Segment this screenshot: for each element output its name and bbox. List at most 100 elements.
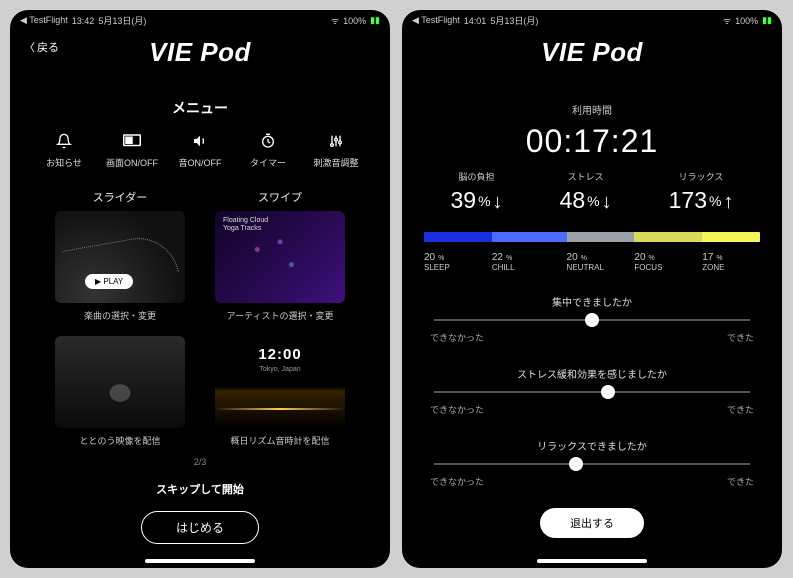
timer-icon — [258, 132, 278, 150]
metric-relax: リラックス 173% — [669, 170, 734, 214]
status-bar: ◀ TestFlight 14:01 5月13日(月) ᯤ 100% ▮▮ — [402, 10, 782, 29]
arrow-up-icon — [723, 187, 733, 214]
card-caption: ととのう映像を配信 — [80, 434, 161, 447]
home-indicator[interactable] — [145, 559, 255, 563]
menu-label: 音ON/OFF — [179, 156, 222, 169]
menu-item-stim-adjust[interactable]: 刺激音調整 — [306, 132, 366, 169]
spectrum-seg-zone — [702, 232, 760, 242]
slider-high: できた — [727, 475, 754, 488]
menu-item-notifications[interactable]: お知らせ — [34, 132, 94, 169]
menu-item-timer[interactable]: タイマー — [238, 132, 298, 169]
arrow-down-icon — [493, 187, 503, 214]
question-text: リラックスできましたか — [430, 438, 754, 453]
testflight-indicator: ◀ TestFlight — [20, 15, 68, 26]
header: VIE Pod — [402, 29, 782, 80]
slider-low: できなかった — [430, 331, 484, 344]
slider-high: できた — [727, 331, 754, 344]
spectrum-label: 17 %ZONE — [702, 252, 760, 272]
feedback-slider[interactable] — [434, 319, 750, 321]
metric-label: ストレス — [560, 170, 612, 183]
spectrum-label: 20 %NEUTRAL — [567, 252, 635, 272]
back-label: 戻る — [37, 39, 59, 55]
wifi-icon: ᯤ — [331, 14, 339, 27]
start-button[interactable]: はじめる — [141, 511, 259, 544]
back-button[interactable]: 〈 戻る — [24, 39, 59, 55]
spectrum-seg-sleep — [424, 232, 492, 242]
menu-label: 画面ON/OFF — [106, 156, 158, 169]
spectrum-label: 22 %CHILL — [492, 252, 567, 272]
header: 〈 戻る VIE Pod — [10, 29, 390, 80]
menu-title: メニュー — [10, 98, 390, 118]
speaker-icon — [190, 132, 210, 150]
card-caption: 楽曲の選択・変更 — [84, 309, 156, 322]
slider-low: できなかった — [430, 403, 484, 416]
menu-row: お知らせ 画面ON/OFF 音ON/OFF タイマー 刺激音調整 — [10, 132, 390, 169]
slider-thumb[interactable] — [569, 457, 583, 471]
testflight-indicator: ◀ TestFlight — [412, 15, 460, 26]
battery-pct: 100% — [735, 16, 758, 26]
menu-label: タイマー — [250, 156, 286, 169]
metric-brain-load: 脳の負担 39% — [451, 170, 503, 214]
battery-icon: ▮▮ — [370, 15, 380, 26]
card-head-swipe: スワイプ — [258, 189, 302, 205]
battery-icon: ▮▮ — [762, 15, 772, 26]
card-caption: 概日リズム音時計を配信 — [230, 434, 329, 447]
spectrum-label: 20 %FOCUS — [634, 252, 702, 272]
feedback-slider[interactable] — [434, 463, 750, 465]
screen-results: ◀ TestFlight 14:01 5月13日(月) ᯤ 100% ▮▮ VI… — [402, 10, 782, 568]
spectrum-labels: 20 %SLEEP22 %CHILL20 %NEUTRAL20 %FOCUS17… — [424, 252, 760, 272]
card-swipe[interactable]: Floating CloudYoga Tracks — [215, 211, 345, 303]
metric-label: リラックス — [669, 170, 734, 183]
pager: 2/3 — [10, 457, 390, 467]
app-logo: VIE Pod — [149, 37, 251, 68]
horizon-icon — [215, 408, 345, 410]
card-head-slider: スライダー — [93, 189, 148, 205]
play-button[interactable]: ▶ PLAY — [85, 274, 133, 289]
status-date: 5月13日(月) — [98, 14, 146, 27]
metric-label: 脳の負担 — [451, 170, 503, 183]
status-time: 14:01 — [464, 16, 487, 26]
app-logo: VIE Pod — [541, 37, 643, 68]
usage-timer: 00:17:21 — [402, 123, 782, 160]
card-video[interactable] — [55, 336, 185, 428]
chevron-left-icon: 〈 — [24, 39, 35, 55]
sliders-icon — [326, 132, 346, 150]
menu-item-screen-toggle[interactable]: 画面ON/OFF — [102, 132, 162, 169]
metric-stress: ストレス 48% — [560, 170, 612, 214]
skip-button[interactable]: スキップして開始 — [10, 481, 390, 497]
question-text: ストレス緩和効果を感じましたか — [430, 366, 754, 381]
spectrum-label: 20 %SLEEP — [424, 252, 492, 272]
card-grid: スライダー ▶ PLAY 楽曲の選択・変更 スワイプ Floating Clou… — [10, 169, 390, 453]
spectrum-bar — [424, 232, 760, 242]
screen-icon — [122, 132, 142, 150]
question-1: 集中できましたかできなかった できた — [430, 294, 754, 344]
status-date: 5月13日(月) — [490, 14, 538, 27]
slider-thumb[interactable] — [601, 385, 615, 399]
question-text: 集中できましたか — [430, 294, 754, 309]
status-bar: ◀ TestFlight 13:42 5月13日(月) ᯤ 100% ▮▮ — [10, 10, 390, 29]
card-clock[interactable]: 12:00 Tokyo, Japan — [215, 336, 345, 428]
spectrum-seg-focus — [634, 232, 702, 242]
question-3: リラックスできましたかできなかった できた — [430, 438, 754, 488]
battery-pct: 100% — [343, 16, 366, 26]
menu-label: 刺激音調整 — [313, 156, 358, 169]
clock-location: Tokyo, Japan — [215, 366, 345, 373]
question-2: ストレス緩和効果を感じましたかできなかった できた — [430, 366, 754, 416]
arrow-down-icon — [602, 187, 612, 214]
card-slider[interactable]: ▶ PLAY — [55, 211, 185, 303]
bell-icon — [54, 132, 74, 150]
feedback-slider[interactable] — [434, 391, 750, 393]
slider-thumb[interactable] — [585, 313, 599, 327]
menu-item-sound-toggle[interactable]: 音ON/OFF — [170, 132, 230, 169]
slider-low: できなかった — [430, 475, 484, 488]
metrics-row: 脳の負担 39% ストレス 48% リラックス 173% — [402, 160, 782, 220]
exit-button[interactable]: 退出する — [540, 508, 644, 538]
card-caption: アーティストの選択・変更 — [227, 309, 334, 322]
spectrum-seg-neutral — [567, 232, 635, 242]
spectrum-seg-chill — [492, 232, 567, 242]
usage-label: 利用時間 — [402, 102, 782, 117]
slider-high: できた — [727, 403, 754, 416]
menu-label: お知らせ — [46, 156, 82, 169]
home-indicator[interactable] — [537, 559, 647, 563]
status-time: 13:42 — [72, 16, 95, 26]
